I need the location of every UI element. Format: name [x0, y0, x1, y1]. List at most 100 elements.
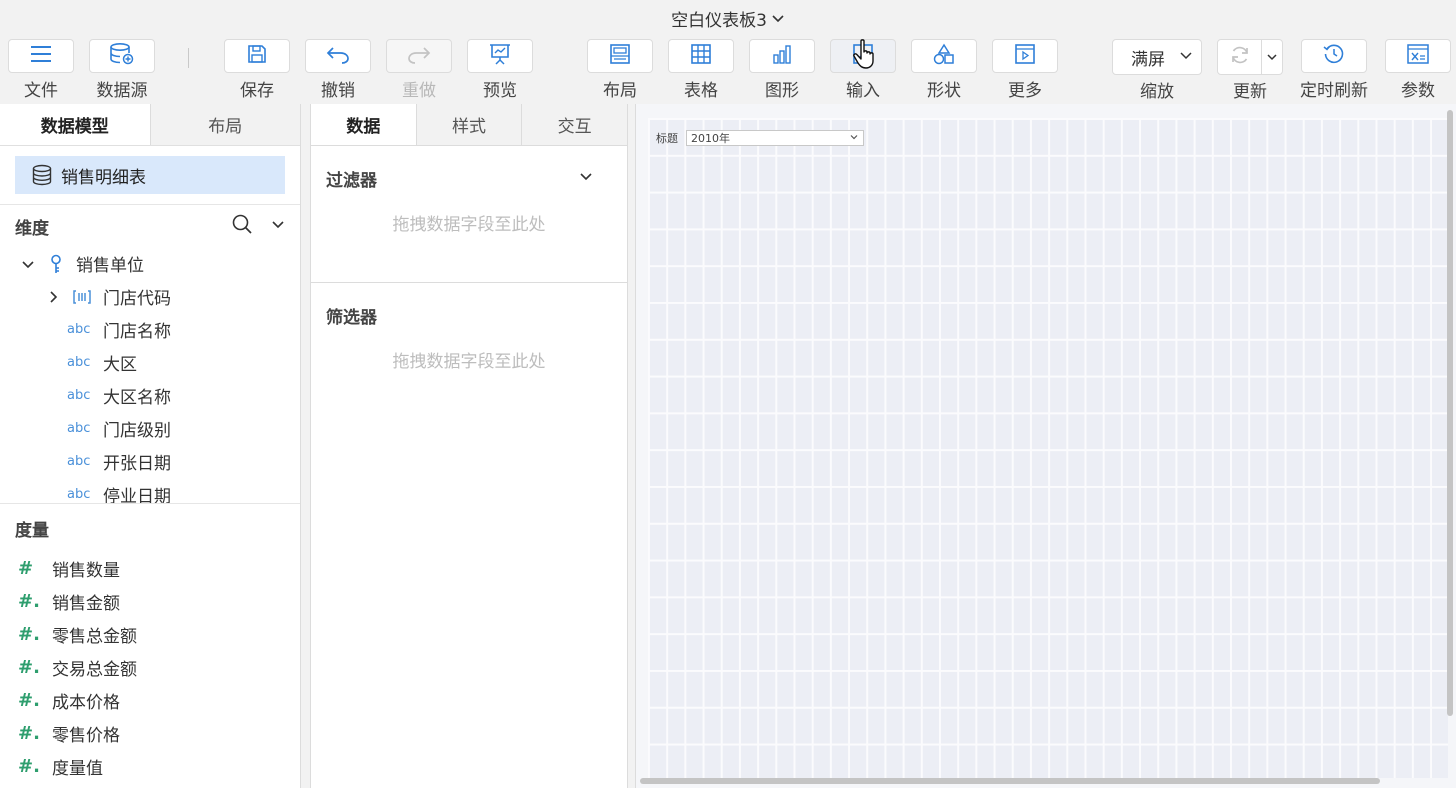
- dimension-label: 销售单位: [76, 256, 144, 276]
- zoom-select[interactable]: 满屏: [1112, 39, 1202, 75]
- field-group-icon: [61, 289, 103, 305]
- chevron-down-icon[interactable]: [271, 216, 285, 236]
- dimension-item[interactable]: abc 开张日期: [0, 445, 300, 478]
- measure-item[interactable]: # 销售数量: [0, 552, 300, 585]
- horizontal-scrollbar[interactable]: [640, 778, 1380, 784]
- decimal-number-icon: #.: [18, 756, 40, 777]
- decimal-number-icon: #.: [18, 591, 40, 612]
- chevron-down-icon: [849, 132, 859, 145]
- clock-refresh-icon: [1322, 42, 1346, 70]
- toolbar-divider: [188, 48, 189, 68]
- text-type-icon: abc: [67, 355, 91, 370]
- chevron-down-icon[interactable]: [20, 257, 36, 271]
- text-type-icon: abc: [67, 454, 91, 469]
- screener-drop-zone[interactable]: 拖拽数据字段至此处: [311, 347, 627, 372]
- measures-title: 度量: [15, 520, 49, 541]
- dimension-item[interactable]: abc 大区: [0, 346, 300, 379]
- dashboard-canvas[interactable]: 标题 2010年: [635, 104, 1456, 788]
- measure-item[interactable]: #. 销售金额: [0, 585, 300, 618]
- refresh-dropdown[interactable]: [1262, 40, 1282, 74]
- filter-widget-select[interactable]: 2010年: [686, 130, 864, 146]
- dashboard-title-text: 空白仪表板3: [671, 10, 767, 31]
- left-tabs: 数据模型 布局: [0, 104, 300, 146]
- tab-layout[interactable]: 布局: [149, 104, 300, 145]
- screener-section: 筛选器 拖拽数据字段至此处: [311, 283, 627, 373]
- dimension-item[interactable]: abc 门店名称: [0, 313, 300, 346]
- dimension-item[interactable]: abc 门店级别: [0, 412, 300, 445]
- chevron-down-icon: [1179, 47, 1193, 67]
- data-model-item[interactable]: 销售明细表: [15, 156, 285, 194]
- bar-chart-icon: [771, 43, 793, 69]
- tab-data-model[interactable]: 数据模型: [0, 104, 150, 145]
- toolbar: 文件 数据源 保存 撤销 重做 预览 布局 表格 图形 输入 形状 更多 满屏 …: [0, 36, 1456, 102]
- more-button[interactable]: 更多: [992, 39, 1058, 101]
- filter-widget-value: 2010年: [691, 132, 730, 145]
- dimension-item[interactable]: abc 停业日期: [0, 478, 300, 503]
- timed-refresh-button[interactable]: 定时刷新: [1300, 39, 1368, 101]
- measure-item[interactable]: #. 零售总金额: [0, 618, 300, 651]
- dimension-list: 销售单位 门店代码 abc 门店名称 abc 大区 abc 大区名称 abc 门…: [0, 247, 300, 503]
- chart-button[interactable]: 图形: [749, 39, 815, 101]
- preview-label: 预览: [483, 81, 517, 101]
- more-label: 更多: [1008, 81, 1042, 101]
- layout-label: 布局: [603, 81, 637, 101]
- layout-icon: [609, 43, 631, 69]
- dimension-item[interactable]: 门店代码: [0, 280, 300, 313]
- undo-button[interactable]: 撤销: [305, 39, 371, 101]
- dimension-label: 门店级别: [103, 421, 171, 441]
- file-button[interactable]: 文件: [8, 39, 74, 101]
- properties-panel: 数据 样式 交互 过滤器 拖拽数据字段至此处 筛选器 拖拽数据字段至此处: [310, 104, 628, 788]
- left-panel: 数据模型 布局 销售明细表 维度 销售单位 门店代码 abc 门店名称 abc: [0, 104, 301, 788]
- timed-refresh-label: 定时刷新: [1300, 81, 1368, 101]
- dimension-label: 门店名称: [103, 322, 171, 342]
- filter-header[interactable]: 过滤器: [311, 146, 627, 210]
- measure-item[interactable]: #. 零售价格: [0, 717, 300, 750]
- measure-label: 成本价格: [52, 693, 120, 713]
- measure-label: 销售数量: [52, 561, 120, 581]
- refresh-icon: [1229, 44, 1251, 70]
- filter-drop-zone[interactable]: 拖拽数据字段至此处: [311, 210, 627, 282]
- redo-icon: [406, 44, 432, 68]
- chevron-down-icon: [1266, 48, 1278, 67]
- layout-button[interactable]: 布局: [587, 39, 653, 101]
- parameter-icon: [1406, 43, 1430, 69]
- redo-button[interactable]: 重做: [386, 39, 452, 101]
- tab-data[interactable]: 数据: [311, 104, 416, 145]
- measure-label: 零售总金额: [52, 627, 137, 647]
- datasource-label: 数据源: [96, 81, 148, 101]
- save-button[interactable]: 保存: [224, 39, 290, 101]
- dimension-item[interactable]: abc 大区名称: [0, 379, 300, 412]
- shape-button[interactable]: 形状: [911, 39, 977, 101]
- measure-label: 销售金额: [52, 594, 120, 614]
- chevron-down-icon[interactable]: [579, 168, 593, 188]
- params-button[interactable]: 参数: [1385, 39, 1451, 101]
- datasource-button[interactable]: 数据源: [89, 39, 155, 101]
- refresh-button[interactable]: [1218, 40, 1262, 74]
- text-type-icon: abc: [67, 322, 91, 337]
- chart-label: 图形: [765, 81, 799, 101]
- save-icon: [246, 43, 268, 69]
- dimension-label: 门店代码: [103, 289, 171, 309]
- measure-item[interactable]: #. 交易总金额: [0, 651, 300, 684]
- vertical-scrollbar[interactable]: [1447, 110, 1453, 716]
- measure-label: 度量值: [52, 759, 103, 779]
- redo-label: 重做: [402, 81, 436, 101]
- dimension-label: 大区名称: [103, 388, 171, 408]
- refresh-split-button[interactable]: [1217, 39, 1283, 75]
- file-label: 文件: [24, 81, 58, 101]
- hand-cursor-icon: [852, 38, 880, 74]
- chevron-right-icon[interactable]: [45, 290, 61, 304]
- table-button[interactable]: 表格: [668, 39, 734, 101]
- save-label: 保存: [240, 81, 274, 101]
- search-icon[interactable]: [231, 213, 253, 240]
- filter-widget[interactable]: 标题 2010年: [656, 129, 864, 147]
- tab-interaction[interactable]: 交互: [521, 104, 628, 145]
- measure-list: # 销售数量 #. 销售金额 #. 零售总金额 #. 交易总金额 #. 成本价格 #. 零售…: [0, 552, 300, 783]
- dimension-group-item[interactable]: 销售单位: [0, 247, 300, 280]
- measure-item[interactable]: #. 度量值: [0, 750, 300, 783]
- dashboard-title[interactable]: 空白仪表板3: [0, 0, 1456, 36]
- tab-style[interactable]: 样式: [415, 104, 522, 145]
- preview-button[interactable]: 预览: [467, 39, 533, 101]
- measure-item[interactable]: #. 成本价格: [0, 684, 300, 717]
- more-icon: [1014, 43, 1036, 69]
